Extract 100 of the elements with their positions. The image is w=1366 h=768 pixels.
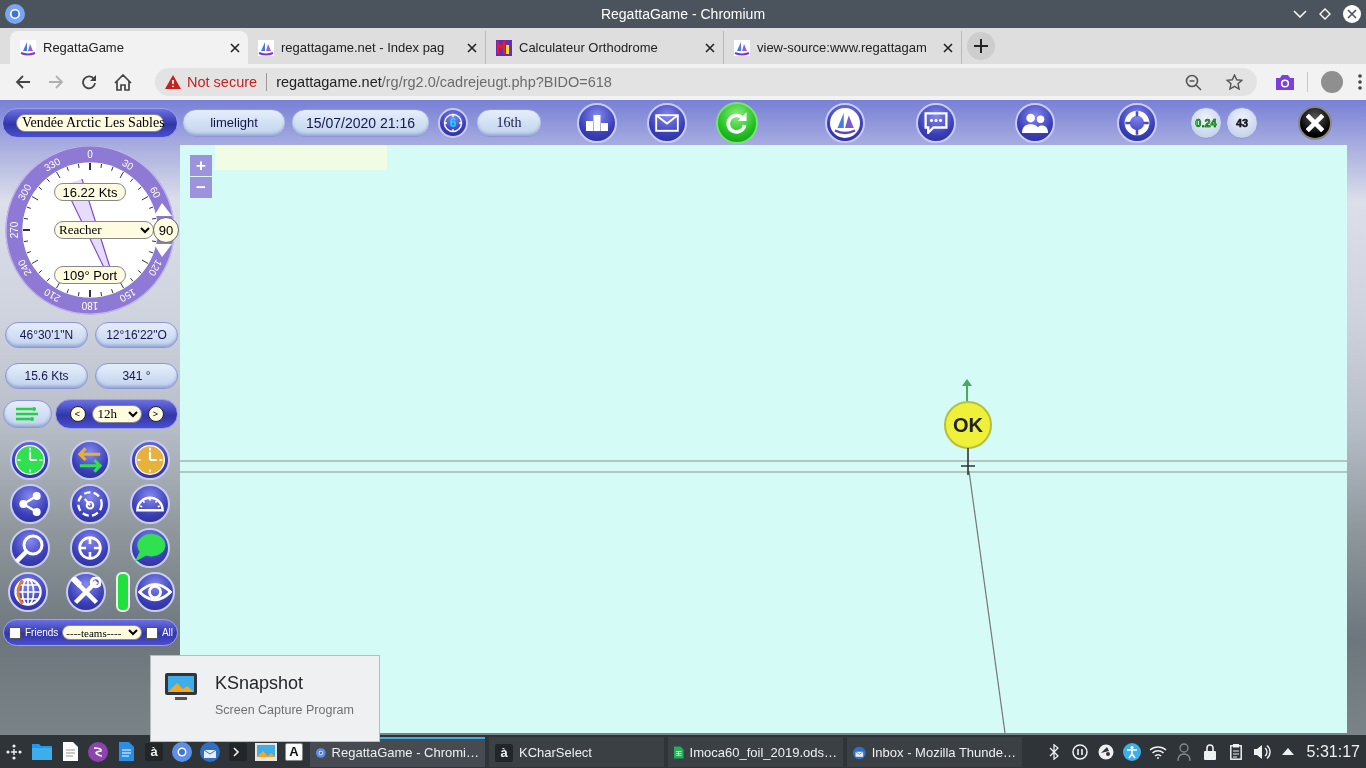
back-arrow-icon[interactable] [15,74,31,90]
document-icon[interactable] [62,742,78,761]
degree-label: 120 [146,257,165,278]
time-step-dropdown[interactable]: 12h [91,405,142,423]
close-icon[interactable] [467,42,477,53]
menu-icon[interactable] [1358,74,1362,90]
task-button[interactable]: RegattaGame - Chromi… [310,736,485,767]
next-button[interactable]: > [147,406,164,422]
checkbox[interactable] [9,626,21,639]
friends-label: Friends [25,627,59,638]
caret-icon [140,226,150,234]
triangle-down-icon[interactable] [154,244,172,257]
close-icon[interactable] [705,42,715,53]
browser-tab[interactable]: RegattaGame [10,31,248,64]
character-tile[interactable]: à [495,743,513,762]
people-icon [1022,112,1048,133]
task-button[interactable]: Inbox - Mozilla Thunde… [847,736,1022,767]
date-time: 15/07/2020 21:16 [291,108,430,137]
heading-value: 341 ° [95,363,178,389]
close-icon[interactable] [1343,5,1361,23]
chat-icon [924,111,948,134]
text-file-icon[interactable] [118,742,134,761]
task-button[interactable]: à KCharSelect [489,736,664,767]
degree-label: 300 [15,182,34,203]
home-icon[interactable] [114,73,132,91]
minimize-icon[interactable] [1293,10,1307,18]
user-icon[interactable] [1176,742,1191,761]
new-tab-button[interactable] [967,32,995,60]
wind-angle-label: 109° Port [54,266,126,284]
speed-value: 15.6 Kts [5,363,88,389]
crosshair-icon [77,535,103,561]
notification-subtitle: Screen Capture Program [215,703,354,717]
character-tile[interactable]: A [285,742,303,761]
search-icon [15,533,45,563]
vertical-indicator-icon[interactable] [116,572,130,612]
zoom-out-icon[interactable] [1185,73,1202,91]
sailboat-icon [20,39,36,56]
gauge-icon [77,491,103,517]
notification-title: KSnapshot [215,673,305,694]
wifi-icon[interactable] [1148,744,1167,759]
disc-icon[interactable] [1097,743,1114,760]
folder-icon[interactable] [32,743,52,760]
terminal-icon[interactable] [229,742,247,761]
boat-marker[interactable]: OK [944,401,992,449]
swap-arrows-icon [76,447,104,473]
app-launcher-icon[interactable] [5,742,23,761]
bluetooth-icon[interactable] [1048,743,1059,760]
star-icon[interactable] [1226,74,1243,90]
camera-icon[interactable] [1276,74,1294,90]
volume-icon[interactable] [1252,743,1271,760]
sail-dropdown[interactable]: Reacher [54,221,154,239]
race-dropdown[interactable]: Vendée Arctic Les Sables [16,113,164,132]
avatar-placeholder[interactable] [1321,71,1343,93]
close-icon[interactable] [230,42,240,53]
boat-speed-label: 16.22 Kts [54,183,126,201]
clock-icon [15,445,45,475]
sailboat-icon [258,39,274,56]
degree-label: 60 [147,184,163,200]
picture-icon[interactable] [255,742,277,761]
clipboard-icon[interactable] [1229,743,1242,760]
degree-label: 150 [117,286,138,305]
accessibility-icon[interactable] [1122,742,1141,761]
browser-icon[interactable] [172,741,192,762]
mail-bird-icon[interactable] [200,741,220,762]
share-icon [18,492,42,516]
screenshot-app-icon [165,673,197,701]
caret-up-icon[interactable] [1281,748,1294,755]
close-icon[interactable] [943,42,953,53]
url-text: regattagame.net/rg/rg2.0/cadrejeugt.php?BIDO=618 [276,74,612,90]
clock-text[interactable]: 5:31:17 [1306,742,1360,761]
degree-label: 240 [15,257,34,278]
emacs-icon[interactable] [88,741,108,762]
reload-icon[interactable] [81,74,97,90]
triangle-up-icon[interactable] [154,203,172,216]
tools-icon [71,577,101,607]
lock-icon[interactable] [1203,743,1216,760]
character-tile[interactable]: à [145,742,163,761]
security-label[interactable]: Not secure [187,74,258,90]
maximize-icon[interactable] [1319,8,1331,20]
checkbox[interactable] [145,626,158,639]
protractor-icon [136,496,164,512]
tab-title: regattagame.net - Index pag [281,40,446,55]
degree-label: 270 [9,221,20,239]
caret-icon [127,410,138,418]
address-bar[interactable]: Not secure regattagame.net/rg/rg2.0/cadrejeugt.php?BIDO=618 [155,68,1257,96]
eye-icon [138,581,172,603]
envelope-icon [655,113,679,132]
warning-icon [165,75,181,89]
team-dropdown[interactable]: ----teams---- [62,625,142,640]
degree-label: 30 [120,157,136,173]
tab-title: RegattaGame [43,40,125,55]
previous-button[interactable]: < [69,406,86,422]
caret-icon [127,629,138,636]
tile-icon [496,39,512,56]
pause-icon[interactable] [1071,743,1088,760]
degree-label: 180 [81,300,99,311]
spreadsheet-icon[interactable] [674,743,684,762]
podium-icon [586,112,608,133]
task-button[interactable]: Imoca60_foil_2019.ods… [668,736,843,767]
notification-popup[interactable]: KSnapshot Screen Capture Program [150,655,380,742]
